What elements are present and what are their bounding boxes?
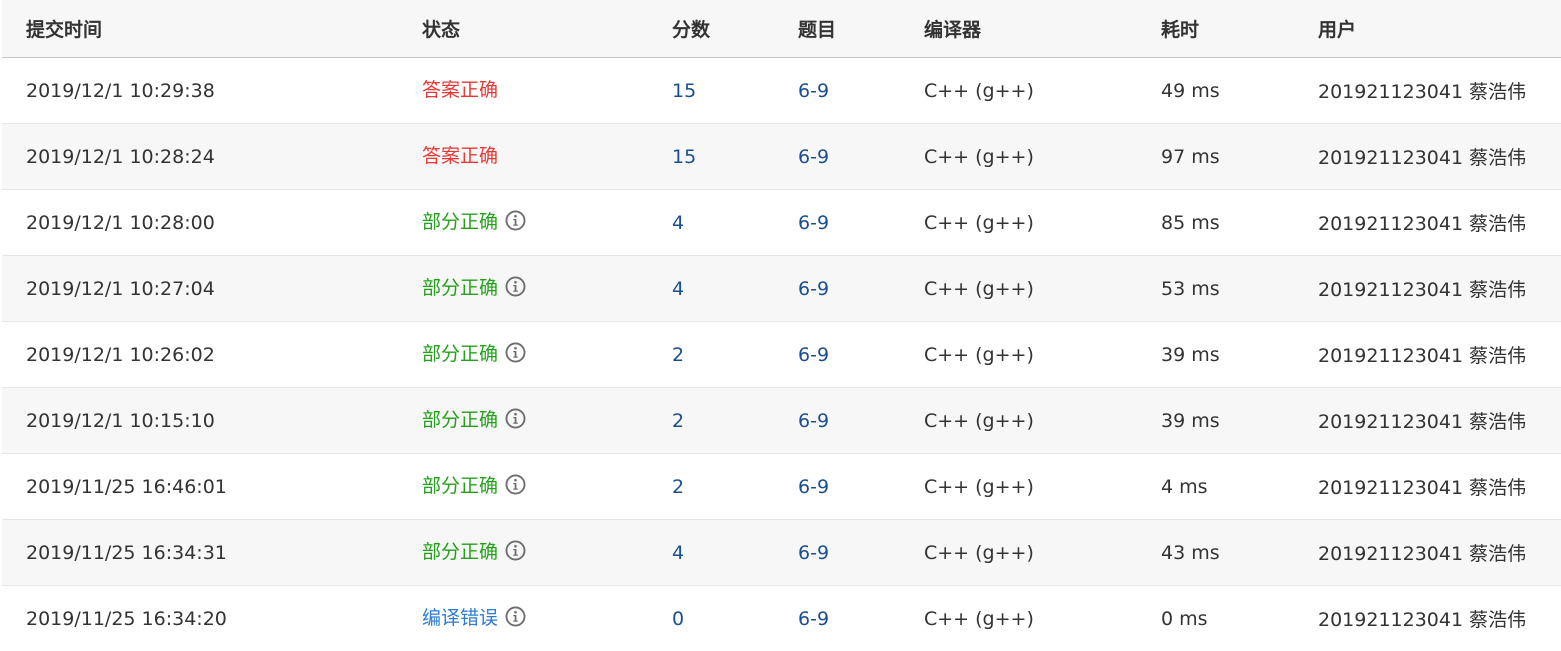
time-cost: 0 ms: [1161, 607, 1208, 630]
problem-link[interactable]: 6-9: [798, 388, 829, 453]
table-row: 2019/11/25 16:34:31 部分正确 4 6-9 C++ (g++) 43 m…: [2, 520, 1561, 586]
user-name: 201921123041 蔡浩伟: [1318, 213, 1527, 235]
status-link[interactable]: 部分正确: [422, 471, 498, 498]
table-header: 提交时间 状态 分数 题目 编译器 耗时 用户: [2, 0, 1561, 58]
time-cost: 43 ms: [1161, 541, 1220, 564]
time-cost: 97 ms: [1161, 145, 1220, 168]
problem-link[interactable]: 6-9: [798, 58, 829, 123]
time-cost: 4 ms: [1161, 475, 1208, 498]
submission-time: 2019/12/1 10:29:38: [26, 79, 215, 102]
user-name: 201921123041 蔡浩伟: [1318, 543, 1527, 565]
table-row: 2019/12/1 10:28:24 答案正确 15 6-9 C++ (g++) 97 m…: [2, 124, 1561, 190]
column-header-time[interactable]: 提交时间: [26, 0, 102, 57]
compiler-name: C++ (g++): [924, 409, 1034, 432]
status-cell: 部分正确: [422, 254, 526, 319]
score-link[interactable]: 4: [672, 190, 684, 255]
submission-time: 2019/12/1 10:15:10: [26, 409, 215, 432]
time-cost: 39 ms: [1161, 343, 1220, 366]
problem-link[interactable]: 6-9: [798, 124, 829, 189]
time-cost: 39 ms: [1161, 409, 1220, 432]
compiler-name: C++ (g++): [924, 145, 1034, 168]
table-row: 2019/11/25 16:46:01 部分正确 2 6-9 C++ (g++) 4 ms…: [2, 454, 1561, 520]
status-cell: 部分正确: [422, 386, 526, 451]
submission-time: 2019/11/25 16:46:01: [26, 475, 227, 498]
time-cost: 53 ms: [1161, 277, 1220, 300]
user-name: 201921123041 蔡浩伟: [1318, 147, 1527, 169]
compiler-name: C++ (g++): [924, 607, 1034, 630]
info-circle-icon[interactable]: [505, 474, 526, 495]
column-header-compiler[interactable]: 编译器: [924, 0, 981, 57]
score-link[interactable]: 15: [672, 124, 696, 189]
compiler-name: C++ (g++): [924, 277, 1034, 300]
submission-time: 2019/12/1 10:26:02: [26, 343, 215, 366]
table-row: 2019/12/1 10:28:00 部分正确 4 6-9 C++ (g++) 85 ms…: [2, 190, 1561, 256]
status-link[interactable]: 部分正确: [422, 537, 498, 564]
user-name: 201921123041 蔡浩伟: [1318, 411, 1527, 433]
time-cost: 85 ms: [1161, 211, 1220, 234]
score-link[interactable]: 0: [672, 586, 684, 651]
score-link[interactable]: 15: [672, 58, 696, 123]
user-name: 201921123041 蔡浩伟: [1318, 279, 1527, 301]
submission-time: 2019/11/25 16:34:31: [26, 541, 227, 564]
column-header-cost[interactable]: 耗时: [1161, 0, 1199, 57]
table-row: 2019/12/1 10:27:04 部分正确 4 6-9 C++ (g++) 53 ms…: [2, 256, 1561, 322]
status-link[interactable]: 部分正确: [422, 339, 498, 366]
status-cell: 部分正确: [422, 452, 526, 517]
compiler-name: C++ (g++): [924, 541, 1034, 564]
table-row: 2019/12/1 10:29:38 答案正确 15 6-9 C++ (g++) 49 m…: [2, 58, 1561, 124]
problem-link[interactable]: 6-9: [798, 322, 829, 387]
info-circle-icon[interactable]: [505, 276, 526, 297]
status-link[interactable]: 部分正确: [422, 405, 498, 432]
compiler-name: C++ (g++): [924, 343, 1034, 366]
table-body: 2019/12/1 10:29:38 答案正确 15 6-9 C++ (g++) 49 m…: [2, 58, 1561, 651]
user-name: 201921123041 蔡浩伟: [1318, 345, 1527, 367]
column-header-user[interactable]: 用户: [1318, 0, 1356, 57]
info-circle-icon[interactable]: [505, 606, 526, 627]
user-name: 201921123041 蔡浩伟: [1318, 477, 1527, 499]
submissions-table: 提交时间 状态 分数 题目 编译器 耗时 用户 2019/12/1 10:29:…: [2, 0, 1561, 651]
column-header-status[interactable]: 状态: [422, 0, 460, 57]
problem-link[interactable]: 6-9: [798, 454, 829, 519]
compiler-name: C++ (g++): [924, 475, 1034, 498]
status-link[interactable]: 答案正确: [422, 141, 498, 168]
submission-time: 2019/12/1 10:28:24: [26, 145, 215, 168]
info-circle-icon[interactable]: [505, 408, 526, 429]
submission-time: 2019/12/1 10:27:04: [26, 277, 215, 300]
status-link[interactable]: 部分正确: [422, 273, 498, 300]
compiler-name: C++ (g++): [924, 79, 1034, 102]
time-cost: 49 ms: [1161, 79, 1220, 102]
info-circle-icon[interactable]: [505, 342, 526, 363]
table-row: 2019/11/25 16:34:20 编译错误 0 6-9 C++ (g++) 0 ms…: [2, 586, 1561, 651]
table-row: 2019/12/1 10:26:02 部分正确 2 6-9 C++ (g++) 39 ms…: [2, 322, 1561, 388]
score-link[interactable]: 2: [672, 322, 684, 387]
problem-link[interactable]: 6-9: [798, 190, 829, 255]
status-cell: 答案正确: [422, 56, 498, 121]
score-link[interactable]: 4: [672, 520, 684, 585]
score-link[interactable]: 2: [672, 388, 684, 453]
column-header-problem[interactable]: 题目: [798, 0, 836, 57]
info-circle-icon[interactable]: [505, 210, 526, 231]
status-cell: 答案正确: [422, 122, 498, 187]
status-link[interactable]: 答案正确: [422, 75, 498, 102]
table-row: 2019/12/1 10:15:10 部分正确 2 6-9 C++ (g++) 39 ms…: [2, 388, 1561, 454]
status-cell: 部分正确: [422, 188, 526, 253]
status-cell: 编译错误: [422, 584, 526, 649]
submission-time: 2019/12/1 10:28:00: [26, 211, 215, 234]
user-name: 201921123041 蔡浩伟: [1318, 609, 1527, 631]
column-header-score[interactable]: 分数: [672, 0, 710, 57]
score-link[interactable]: 4: [672, 256, 684, 321]
user-name: 201921123041 蔡浩伟: [1318, 81, 1527, 103]
status-cell: 部分正确: [422, 518, 526, 583]
status-cell: 部分正确: [422, 320, 526, 385]
problem-link[interactable]: 6-9: [798, 256, 829, 321]
info-circle-icon[interactable]: [505, 540, 526, 561]
status-link[interactable]: 编译错误: [422, 603, 498, 630]
problem-link[interactable]: 6-9: [798, 586, 829, 651]
status-link[interactable]: 部分正确: [422, 207, 498, 234]
problem-link[interactable]: 6-9: [798, 520, 829, 585]
score-link[interactable]: 2: [672, 454, 684, 519]
compiler-name: C++ (g++): [924, 211, 1034, 234]
submission-time: 2019/11/25 16:34:20: [26, 607, 227, 630]
